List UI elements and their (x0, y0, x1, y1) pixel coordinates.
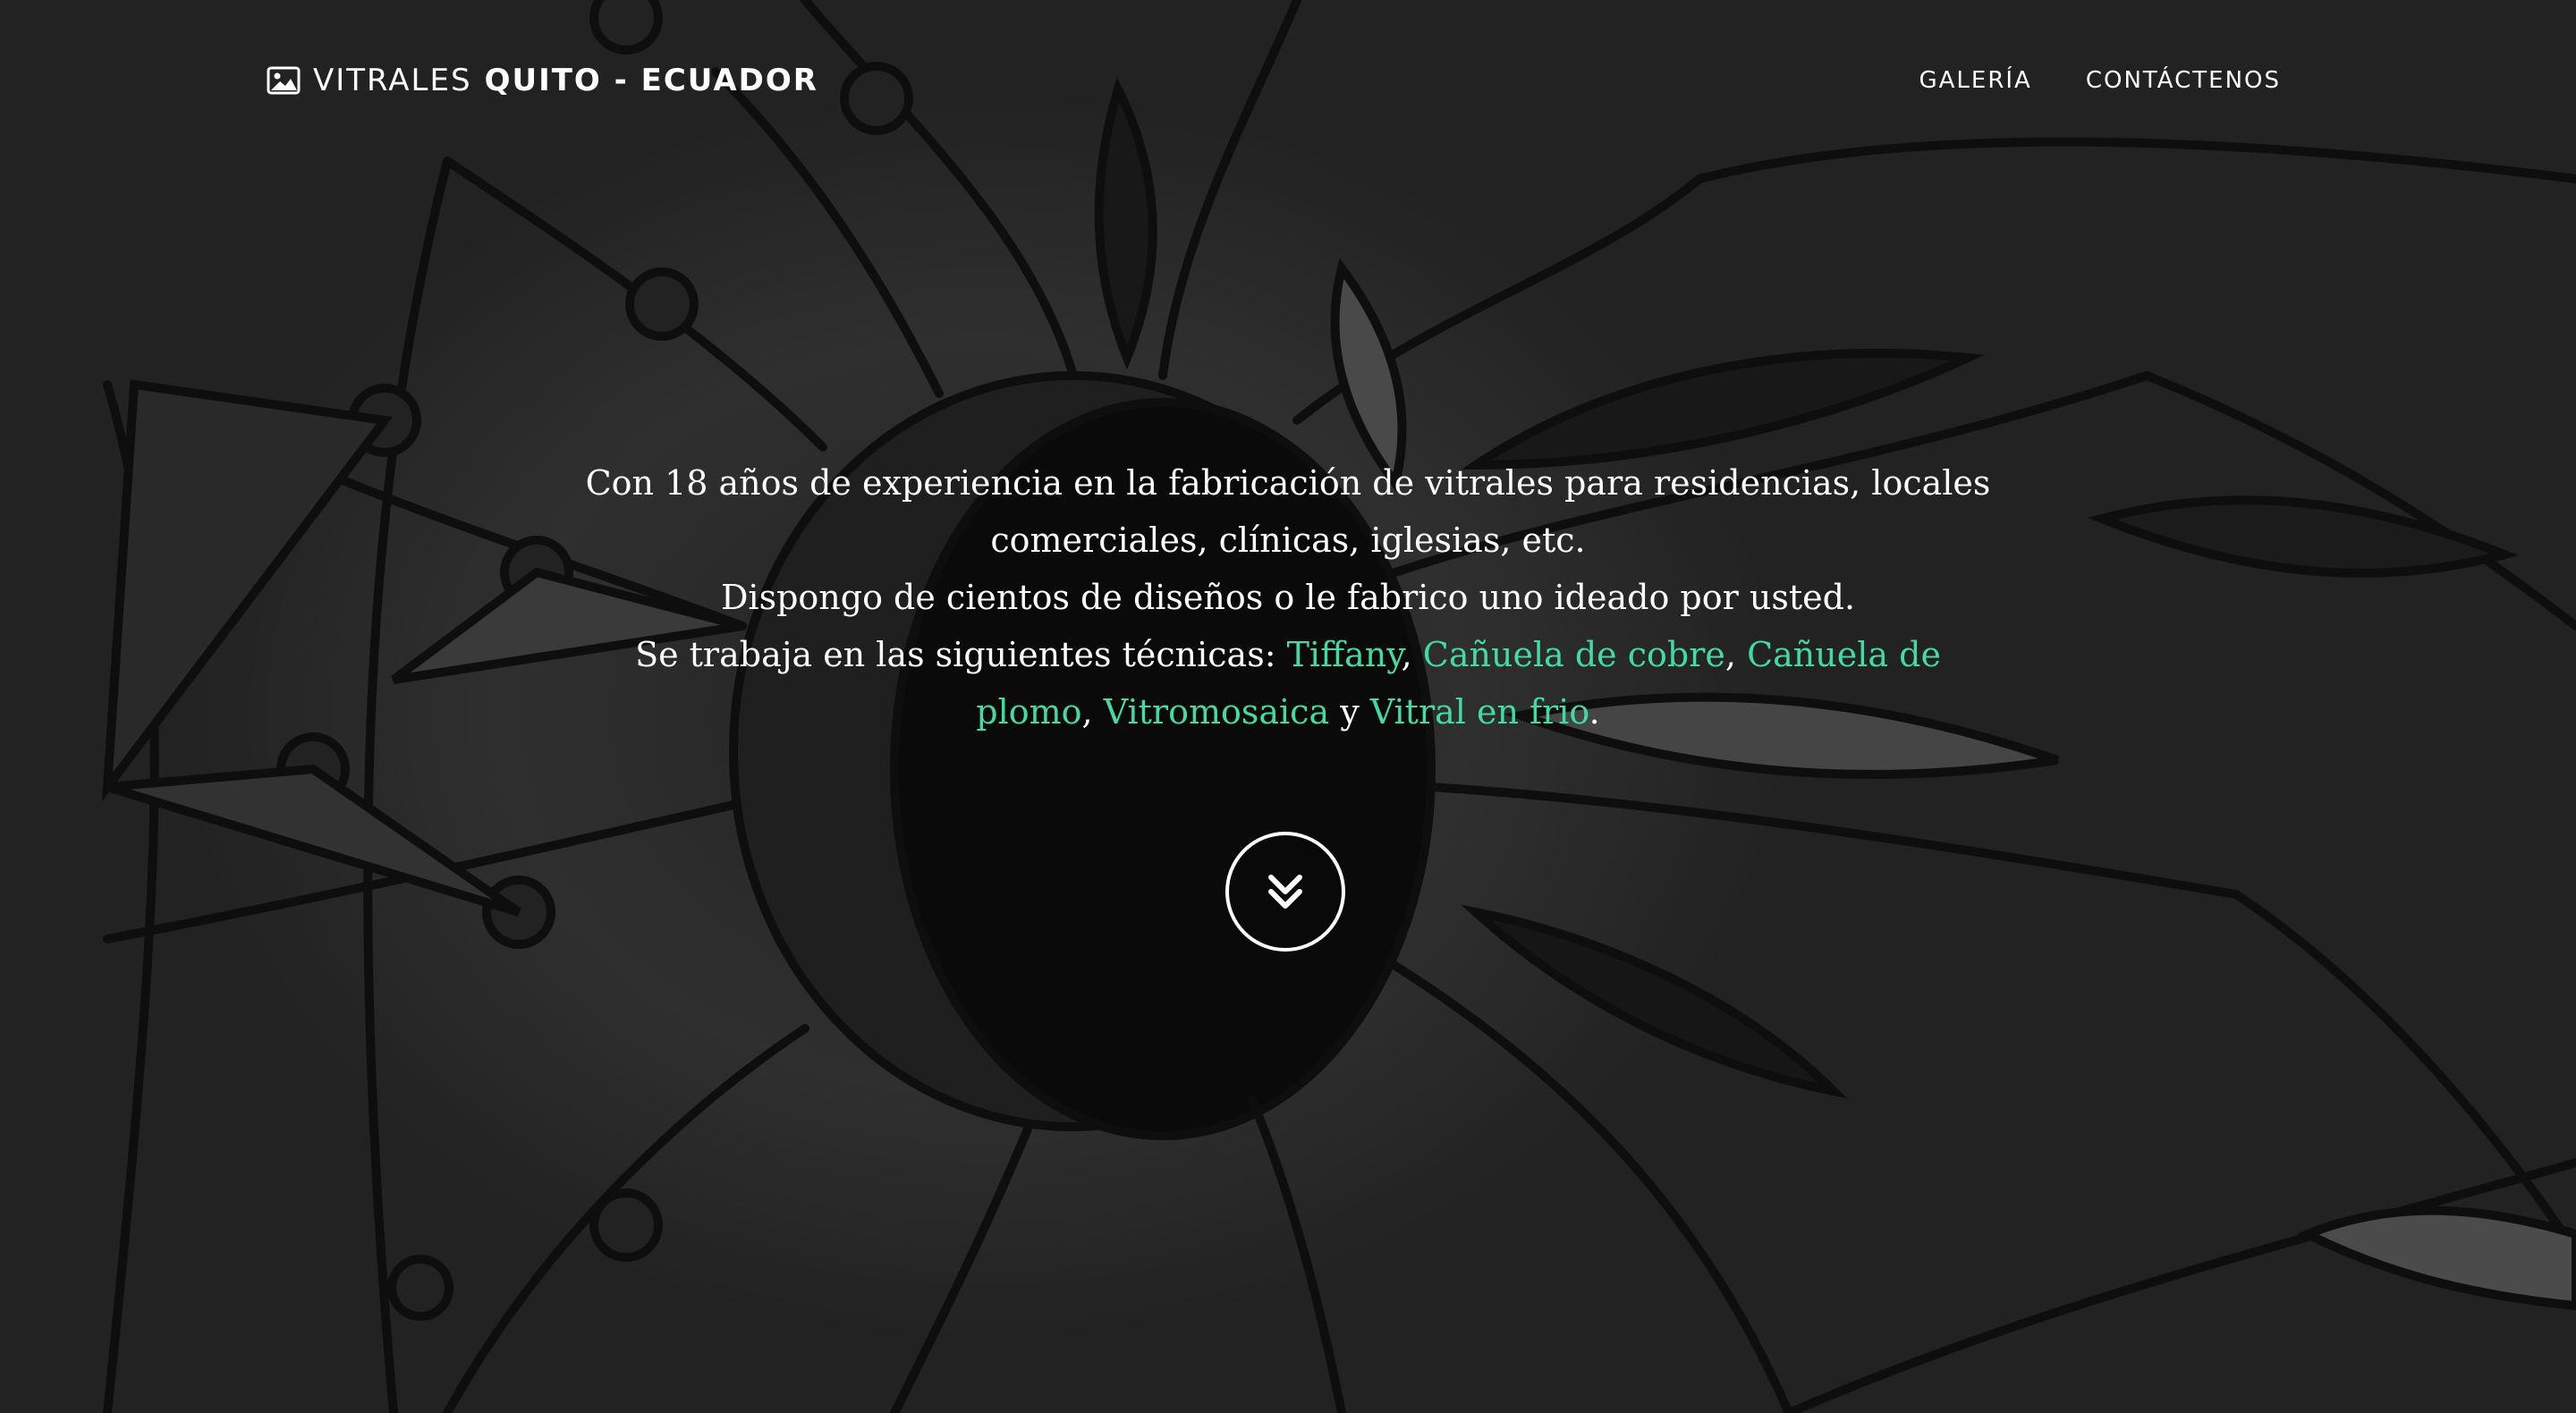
brand-link[interactable]: VITRALES QUITO - ECUADOR (267, 63, 818, 98)
brand-text-light: VITRALES (313, 63, 472, 98)
nav-item-contactenos[interactable]: CONTÁCTENOS (2086, 67, 2281, 94)
scroll-down-button[interactable] (1225, 832, 1345, 952)
nav-item-galeria[interactable]: GALERÍA (1919, 67, 2031, 94)
technique-link-vitromosaica[interactable]: Vitromosaica (1104, 692, 1329, 732)
top-navbar: VITRALES QUITO - ECUADOR GALERÍA CONTÁCT… (267, 55, 2281, 106)
separator-and: y (1329, 692, 1370, 732)
sentence-end: . (1589, 692, 1600, 732)
image-icon (267, 66, 301, 95)
intro-line-designs: Dispongo de cientos de diseños o le fabr… (720, 578, 1856, 617)
technique-link-vitral-frio[interactable]: Vitral en frio (1370, 692, 1589, 732)
hero-section: VITRALES QUITO - ECUADOR GALERÍA CONTÁCT… (0, 0, 2576, 1413)
intro-line-experience: Con 18 años de experiencia en la fabrica… (585, 463, 1991, 560)
technique-link-tiffany[interactable]: Tiffany (1287, 635, 1402, 674)
separator: , (1081, 692, 1104, 732)
separator: , (1401, 635, 1423, 674)
intro-text: Con 18 años de experiencia en la fabrica… (572, 454, 2004, 740)
brand-text-bold: QUITO - ECUADOR (484, 63, 818, 98)
techniques-prefix: Se trabaja en las siguientes técnicas: (635, 635, 1287, 674)
nav-links: GALERÍA CONTÁCTENOS (1919, 67, 2281, 94)
intro-line-techniques: Se trabaja en las siguientes técnicas: T… (572, 626, 2004, 740)
technique-link-canuela-cobre[interactable]: Cañuela de cobre (1423, 635, 1725, 674)
separator: , (1724, 635, 1748, 674)
double-chevron-down-icon (1268, 875, 1302, 909)
